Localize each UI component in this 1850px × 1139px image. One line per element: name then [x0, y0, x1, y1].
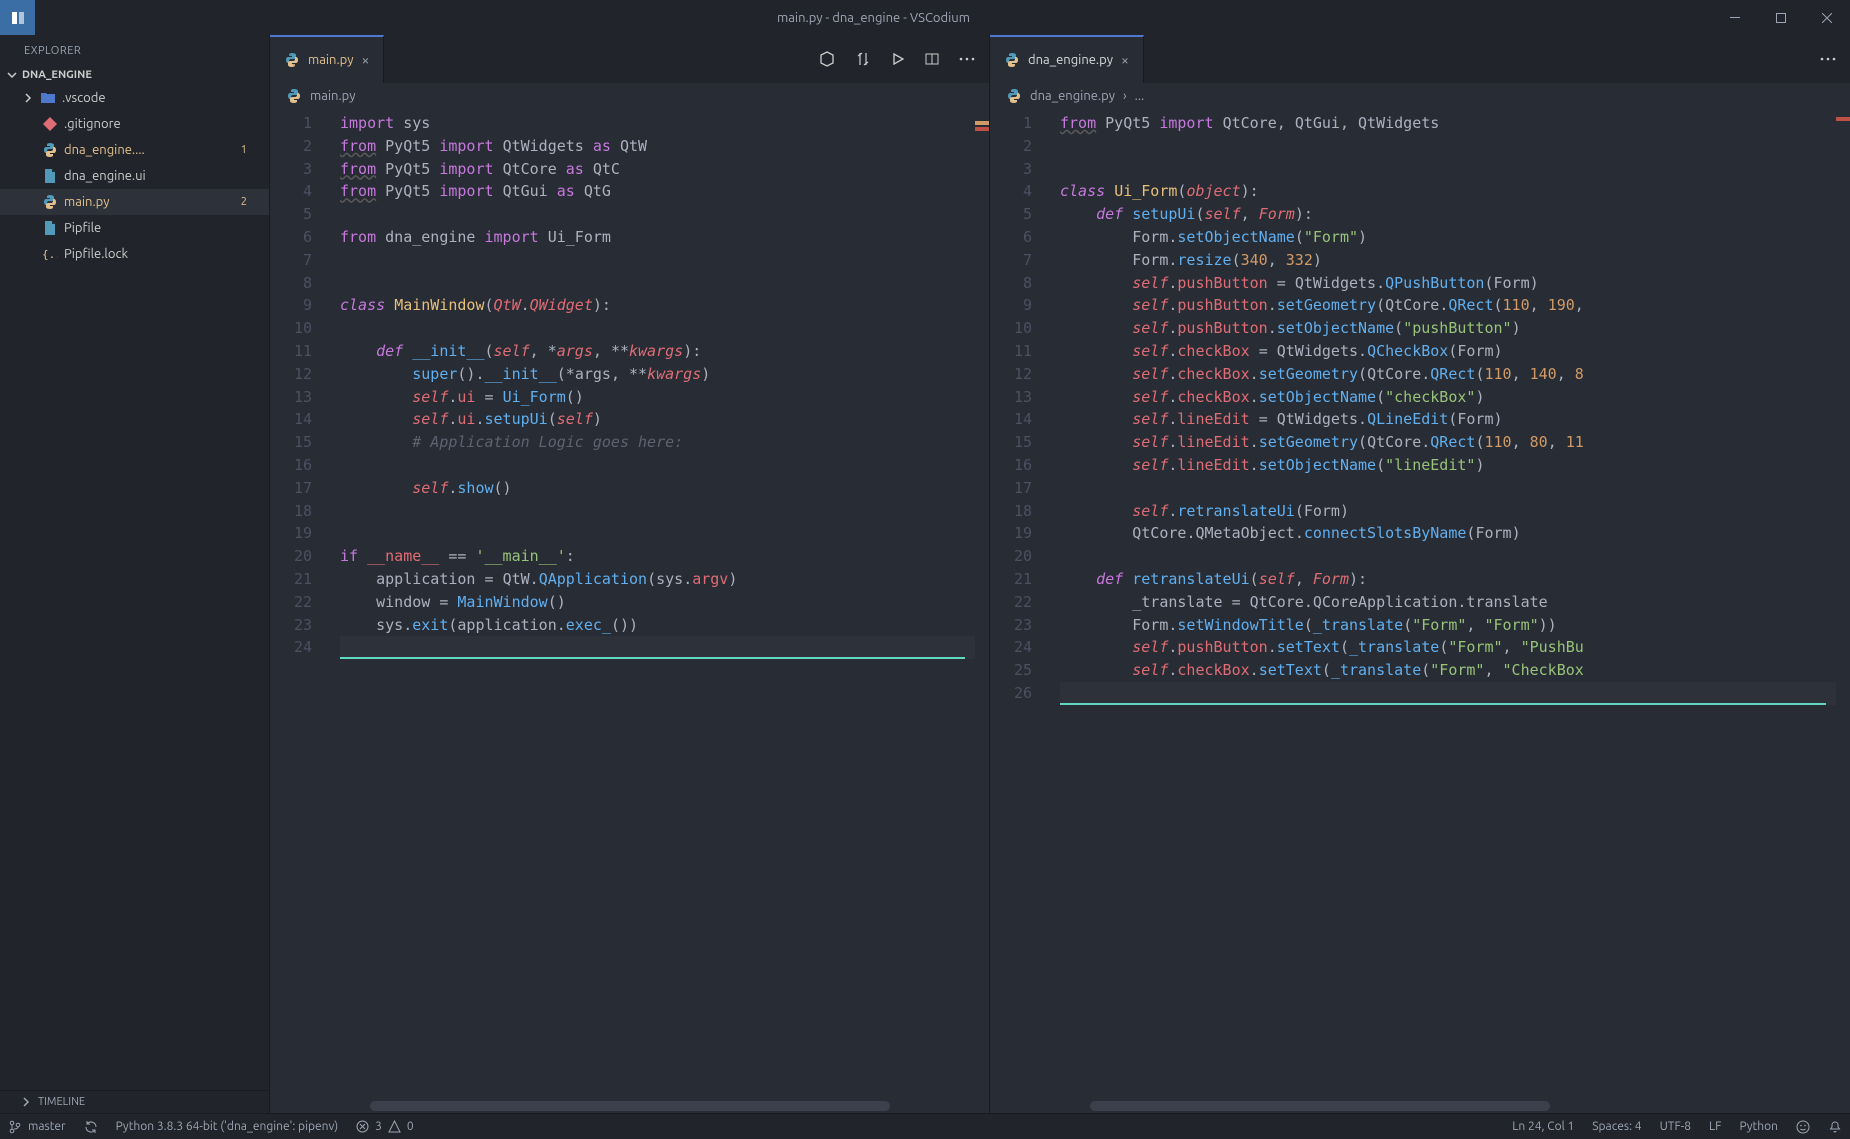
- code-editor-left[interactable]: 123456789101112131415161718192021222324 …: [270, 109, 989, 1113]
- git-branch[interactable]: master: [8, 1120, 66, 1134]
- editor-actions-left: [805, 35, 989, 83]
- project-section-header[interactable]: DNA_ENGINE: [0, 65, 269, 85]
- statusbar: master Python 3.8.3 64-bit ('dna_engine'…: [0, 1113, 1850, 1139]
- file-icon: {..}: [42, 246, 58, 262]
- minimap-left[interactable]: [975, 109, 989, 1113]
- chevron-right-icon: [22, 92, 34, 104]
- tabbar-left: main.py ×: [270, 35, 989, 83]
- app-icon: [0, 0, 35, 35]
- file-item-dna_engine-ui[interactable]: dna_engine.ui: [0, 163, 269, 189]
- close-icon[interactable]: ×: [1121, 52, 1129, 68]
- breadcrumb-left[interactable]: main.py: [270, 83, 989, 109]
- titlebar: main.py - dna_engine - VSCodium: [0, 0, 1850, 35]
- breadcrumb-right[interactable]: dna_engine.py › ...: [990, 83, 1850, 109]
- editor-group-right: dna_engine.py × dna_engine.py › ... 1234…: [990, 35, 1850, 1113]
- branch-icon: [8, 1120, 22, 1134]
- error-icon: [356, 1120, 369, 1133]
- file-tree: .vscode.gitignoredna_engine....1dna_engi…: [0, 85, 269, 1090]
- file-item--vscode[interactable]: .vscode: [0, 85, 269, 111]
- feedback-button[interactable]: [1796, 1120, 1810, 1134]
- svg-text:{..}: {..}: [42, 248, 58, 261]
- sync-icon: [84, 1120, 98, 1134]
- tabnine-icon[interactable]: [819, 51, 835, 67]
- file-item-Pipfile-lock[interactable]: {..}Pipfile.lock: [0, 241, 269, 267]
- python-icon: [286, 88, 302, 104]
- file-icon: [42, 194, 58, 210]
- editor-actions-right: [1806, 35, 1850, 83]
- split-icon[interactable]: [925, 52, 939, 66]
- python-icon: [1004, 52, 1020, 68]
- tab-dna-engine-py[interactable]: dna_engine.py ×: [990, 35, 1144, 83]
- file-icon: [42, 168, 58, 184]
- python-icon: [1006, 88, 1022, 104]
- warning-icon: [388, 1120, 401, 1133]
- file-icon: [42, 116, 58, 132]
- language-mode[interactable]: Python: [1739, 1120, 1778, 1133]
- indentation[interactable]: Spaces: 4: [1592, 1120, 1641, 1133]
- scrollbar-h[interactable]: [1090, 1101, 1550, 1111]
- maximize-button[interactable]: [1758, 0, 1804, 35]
- compare-icon[interactable]: [855, 51, 871, 67]
- bell-icon: [1828, 1120, 1842, 1134]
- scrollbar-h[interactable]: [370, 1101, 890, 1111]
- tabbar-right: dna_engine.py ×: [990, 35, 1850, 83]
- file-icon: [42, 220, 58, 236]
- file-item-main-py[interactable]: main.py2: [0, 189, 269, 215]
- window-title: main.py - dna_engine - VSCodium: [35, 11, 1712, 25]
- minimap-right[interactable]: [1836, 109, 1850, 1113]
- editor-group-left: main.py × main.py 1234567891011121314151…: [270, 35, 990, 1113]
- close-button[interactable]: [1804, 0, 1850, 35]
- chevron-down-icon: [6, 69, 18, 81]
- python-interpreter[interactable]: Python 3.8.3 64-bit ('dna_engine': pipen…: [116, 1120, 339, 1133]
- chevron-right-icon: [20, 1096, 32, 1108]
- more-icon[interactable]: [1820, 57, 1836, 61]
- file-item-Pipfile[interactable]: Pipfile: [0, 215, 269, 241]
- sync-button[interactable]: [84, 1120, 98, 1134]
- file-item--gitignore[interactable]: .gitignore: [0, 111, 269, 137]
- minimize-button[interactable]: [1712, 0, 1758, 35]
- explorer-sidebar: EXPLORER DNA_ENGINE .vscode.gitignoredna…: [0, 35, 270, 1113]
- eol[interactable]: LF: [1709, 1120, 1721, 1133]
- encoding[interactable]: UTF-8: [1660, 1120, 1691, 1133]
- explorer-header: EXPLORER: [0, 35, 269, 65]
- notifications-button[interactable]: [1828, 1120, 1842, 1134]
- python-icon: [284, 52, 300, 68]
- cursor-position[interactable]: Ln 24, Col 1: [1512, 1120, 1574, 1133]
- close-icon[interactable]: ×: [362, 52, 370, 68]
- window-controls: [1712, 0, 1850, 35]
- more-icon[interactable]: [959, 57, 975, 61]
- code-editor-right[interactable]: 1234567891011121314151617181920212223242…: [990, 109, 1850, 1113]
- file-icon: [42, 142, 58, 158]
- smiley-icon: [1796, 1120, 1810, 1134]
- tab-main-py[interactable]: main.py ×: [270, 35, 384, 83]
- problems-status[interactable]: 3 0: [356, 1120, 414, 1133]
- file-item-dna_engine-[interactable]: dna_engine....1: [0, 137, 269, 163]
- timeline-section[interactable]: TIMELINE: [0, 1090, 269, 1113]
- run-icon[interactable]: [891, 52, 905, 66]
